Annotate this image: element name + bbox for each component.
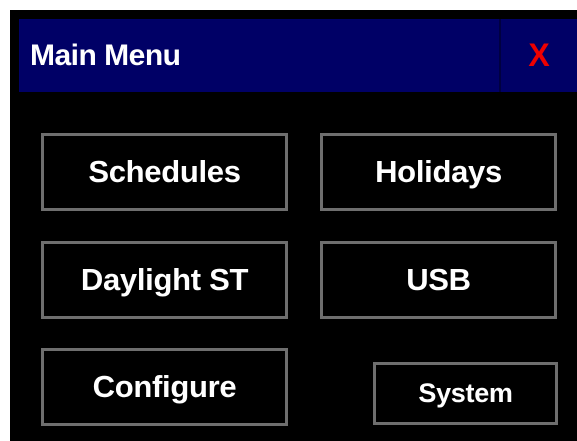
daylight-st-button[interactable]: Daylight ST <box>41 241 288 319</box>
title-bar: Main Menu X <box>19 19 577 92</box>
usb-button[interactable]: USB <box>320 241 557 319</box>
schedules-button[interactable]: Schedules <box>41 133 288 211</box>
system-button[interactable]: System <box>373 362 558 425</box>
holidays-button[interactable]: Holidays <box>320 133 557 211</box>
window-title: Main Menu <box>30 39 181 72</box>
main-menu-screen: Main Menu X Schedules Holidays Daylight … <box>10 10 577 441</box>
configure-button[interactable]: Configure <box>41 348 288 426</box>
close-button[interactable]: X <box>501 19 577 92</box>
